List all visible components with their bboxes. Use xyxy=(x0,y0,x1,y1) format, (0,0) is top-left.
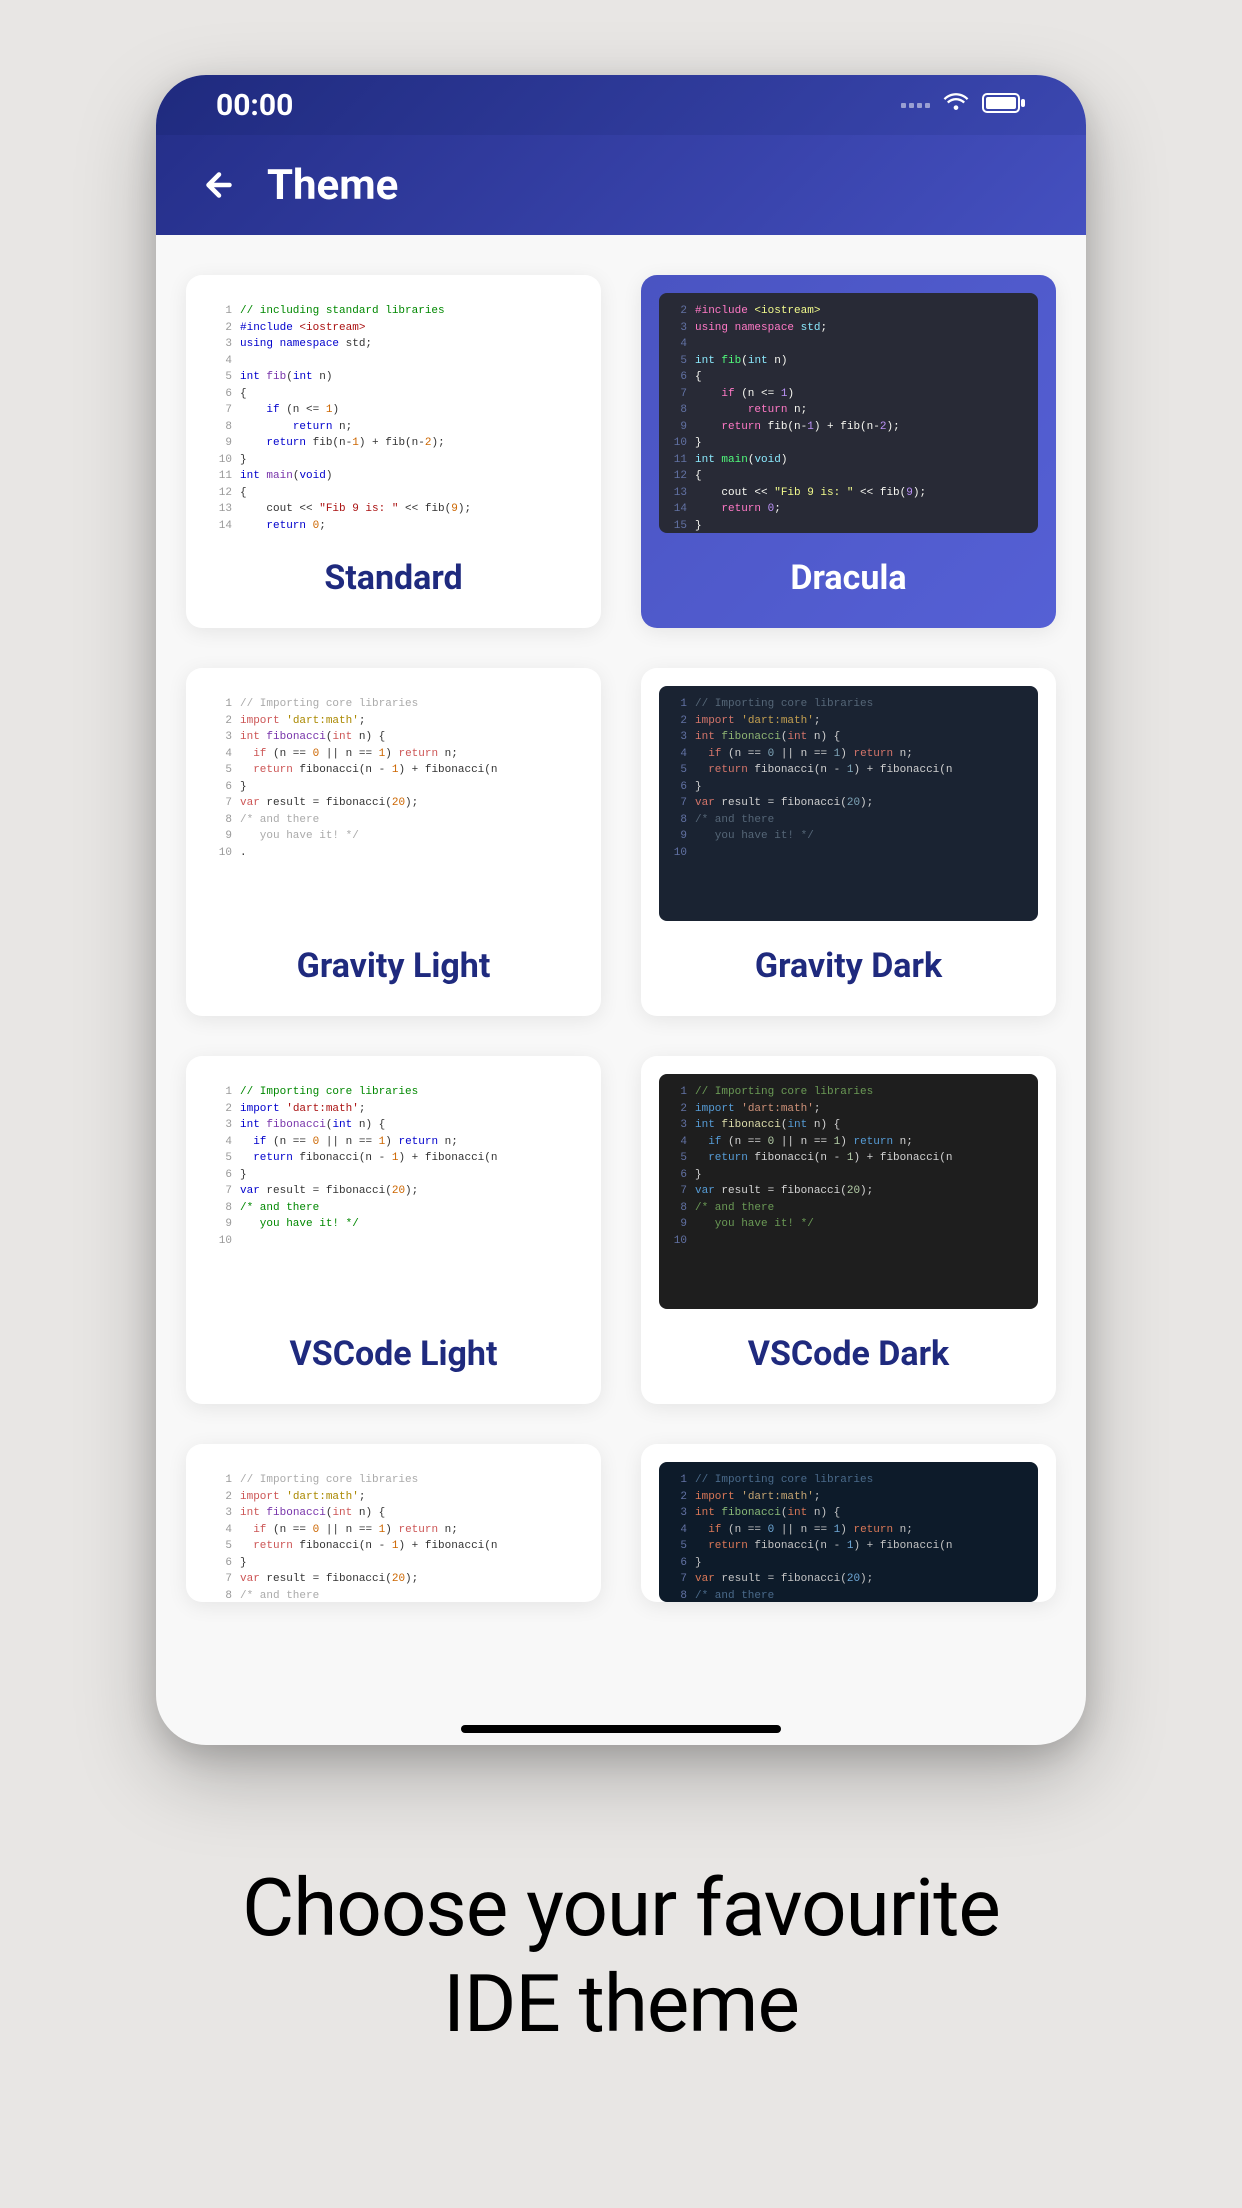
theme-card-standard[interactable]: 1// including standard libraries2#includ… xyxy=(186,275,601,628)
theme-card-partial-dark[interactable]: 1// Importing core libraries2import 'dar… xyxy=(641,1444,1056,1602)
wifi-icon xyxy=(942,89,970,121)
theme-name-label: Gravity Light xyxy=(186,921,601,1016)
status-icons xyxy=(901,89,1026,121)
code-preview: 1// Importing core libraries2import 'dar… xyxy=(204,1074,583,1309)
code-preview: 1// Importing core libraries2import 'dar… xyxy=(659,1462,1038,1602)
theme-name-label: VSCode Light xyxy=(186,1309,601,1404)
theme-card-vscode-light[interactable]: 1// Importing core libraries2import 'dar… xyxy=(186,1056,601,1404)
theme-card-gravity-dark[interactable]: 1// Importing core libraries2import 'dar… xyxy=(641,668,1056,1016)
theme-name-label: Dracula xyxy=(641,533,1056,628)
home-indicator[interactable] xyxy=(461,1725,781,1733)
theme-card-vscode-dark[interactable]: 1// Importing core libraries2import 'dar… xyxy=(641,1056,1056,1404)
theme-name-label: Standard xyxy=(186,533,601,628)
theme-name-label: Gravity Dark xyxy=(641,921,1056,1016)
code-preview: 1// Importing core libraries2import 'dar… xyxy=(204,686,583,921)
signal-dots-icon xyxy=(901,103,930,108)
tagline-line1: Choose your favourite xyxy=(242,1860,1000,1956)
content-area[interactable]: 1// including standard libraries2#includ… xyxy=(156,235,1086,1745)
battery-icon xyxy=(982,91,1026,119)
promo-tagline: Choose your favourite IDE theme xyxy=(242,1860,1000,2052)
theme-card-partial-light[interactable]: 1// Importing core libraries2import 'dar… xyxy=(186,1444,601,1602)
page-title: Theme xyxy=(267,161,398,210)
code-preview: 1// Importing core libraries2import 'dar… xyxy=(659,1074,1038,1309)
status-bar: 00:00 xyxy=(156,75,1086,135)
status-time: 00:00 xyxy=(216,88,293,123)
app-header: Theme xyxy=(156,135,1086,235)
code-preview: 1// Importing core libraries2import 'dar… xyxy=(659,686,1038,921)
code-preview: 1// including standard libraries2#includ… xyxy=(204,293,583,533)
theme-grid: 1// including standard libraries2#includ… xyxy=(186,275,1056,1602)
theme-card-gravity-light[interactable]: 1// Importing core libraries2import 'dar… xyxy=(186,668,601,1016)
code-preview: 1// Importing core libraries2import 'dar… xyxy=(204,1462,583,1602)
tagline-line2: IDE theme xyxy=(242,1956,1000,2052)
theme-card-dracula[interactable]: 2#include <iostream>3using namespace std… xyxy=(641,275,1056,628)
code-preview: 2#include <iostream>3using namespace std… xyxy=(659,293,1038,533)
phone-frame: 00:00 Theme 1// including standard libra… xyxy=(156,75,1086,1745)
theme-name-label: VSCode Dark xyxy=(641,1309,1056,1404)
back-button[interactable] xyxy=(201,167,237,203)
